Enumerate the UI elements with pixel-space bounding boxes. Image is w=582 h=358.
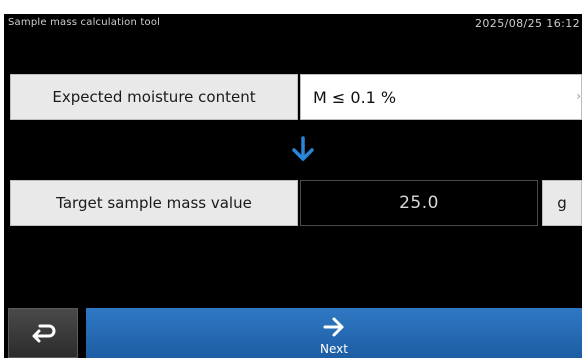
back-button[interactable] <box>8 308 78 358</box>
target-mass-value[interactable]: 25.0 <box>300 180 538 226</box>
chevron-icon: › <box>576 89 581 103</box>
down-arrow-icon <box>292 136 314 161</box>
app-title: Sample mass calculation tool <box>8 17 161 28</box>
target-row: Target sample mass value 25.0 g <box>10 180 582 226</box>
unit-label: g <box>542 180 582 226</box>
moisture-row: Expected moisture content M ≤ 0.1 % › <box>10 74 582 120</box>
moisture-label: Expected moisture content <box>10 74 298 120</box>
moisture-select[interactable]: M ≤ 0.1 % › <box>300 74 582 120</box>
return-arrow-icon <box>32 324 56 343</box>
status-datetime: 2025/08/25 16:12 <box>475 17 580 30</box>
bottom-bar: Next <box>4 308 582 358</box>
status-bar: Sample mass calculation tool 2025/08/25 … <box>4 14 582 34</box>
target-label: Target sample mass value <box>10 180 298 226</box>
next-label: Next <box>320 342 348 356</box>
right-arrow-icon <box>323 317 344 337</box>
display-panel: Sample mass calculation tool 2025/08/25 … <box>4 14 582 358</box>
moisture-value-text: M ≤ 0.1 % <box>313 87 397 107</box>
device-screen: Sample mass calculation tool 2025/08/25 … <box>0 0 582 358</box>
next-button[interactable]: Next <box>86 308 582 358</box>
